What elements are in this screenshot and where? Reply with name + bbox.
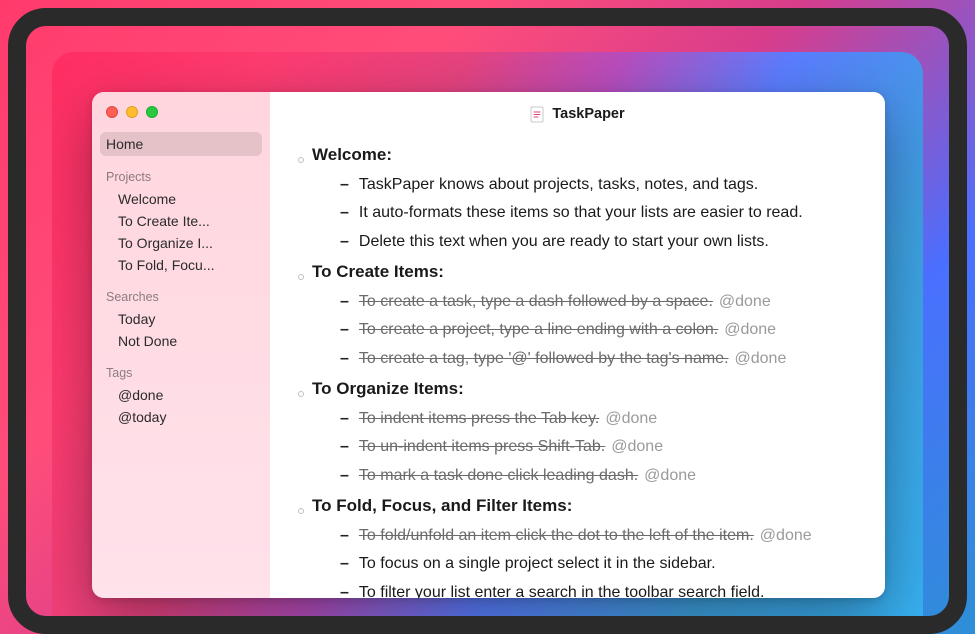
app-window: Home Projects Welcome To Create Ite... T…	[92, 92, 885, 598]
task-row[interactable]: –Delete this text when you are ready to …	[298, 228, 857, 257]
document-icon	[530, 106, 544, 123]
window-title: TaskPaper	[552, 106, 624, 122]
task-dash-icon[interactable]: –	[340, 522, 349, 551]
task-tag: @done	[611, 438, 663, 455]
task-text: To mark a task done click leading dash.	[359, 467, 638, 484]
sidebar-item-home[interactable]: Home	[100, 132, 262, 156]
task-dash-icon[interactable]: –	[340, 199, 349, 228]
task-text: To indent items press the Tab key.	[359, 410, 599, 427]
task-row[interactable]: –TaskPaper knows about projects, tasks, …	[298, 171, 857, 200]
task-text: To un-indent items press Shift-Tab.	[359, 438, 605, 455]
task-dash-icon[interactable]: –	[340, 579, 349, 598]
sidebar-section-projects: Projects	[92, 156, 270, 188]
main-area: TaskPaper Welcome: –TaskPaper knows abou…	[270, 92, 885, 598]
sidebar-item-tag[interactable]: @done	[92, 384, 270, 406]
task-row[interactable]: –It auto-formats these items so that you…	[298, 199, 857, 228]
traffic-lights	[92, 104, 270, 132]
task-text: To filter your list enter a search in th…	[359, 579, 765, 598]
project-row: Welcome:	[298, 140, 857, 171]
task-tag: @done	[644, 467, 696, 484]
task-row[interactable]: –To indent items press the Tab key. @done	[298, 405, 857, 434]
task-dash-icon[interactable]: –	[340, 288, 349, 317]
project-row: To Create Items:	[298, 257, 857, 288]
task-row[interactable]: –To filter your list enter a search in t…	[298, 579, 857, 598]
task-text: Delete this text when you are ready to s…	[359, 228, 769, 257]
task-tag: @done	[724, 321, 776, 338]
sidebar-item-search[interactable]: Today	[92, 308, 270, 330]
document-content[interactable]: Welcome: –TaskPaper knows about projects…	[270, 136, 885, 598]
project-title[interactable]: Welcome:	[312, 140, 392, 171]
fold-handle-icon[interactable]	[298, 391, 304, 397]
sidebar-item-project[interactable]: To Organize I...	[92, 232, 270, 254]
sidebar-item-project[interactable]: Welcome	[92, 188, 270, 210]
task-text: To focus on a single project select it i…	[359, 550, 716, 579]
project-title[interactable]: To Organize Items:	[312, 374, 464, 405]
task-dash-icon[interactable]: –	[340, 550, 349, 579]
project-row: To Organize Items:	[298, 374, 857, 405]
task-dash-icon[interactable]: –	[340, 316, 349, 345]
task-text: To create a project, type a line ending …	[359, 321, 718, 338]
task-row[interactable]: –To mark a task done click leading dash.…	[298, 462, 857, 491]
task-text: To fold/unfold an item click the dot to …	[359, 527, 754, 544]
fold-handle-icon[interactable]	[298, 508, 304, 514]
task-tag: @done	[605, 410, 657, 427]
project-title[interactable]: To Fold, Focus, and Filter Items:	[312, 491, 572, 522]
task-row[interactable]: –To focus on a single project select it …	[298, 550, 857, 579]
task-tag: @done	[735, 350, 787, 367]
fold-handle-icon[interactable]	[298, 274, 304, 280]
sidebar-item-project[interactable]: To Create Ite...	[92, 210, 270, 232]
task-text: To create a task, type a dash followed b…	[359, 293, 713, 310]
fullscreen-button[interactable]	[146, 106, 158, 118]
titlebar: TaskPaper	[270, 92, 885, 136]
task-dash-icon[interactable]: –	[340, 405, 349, 434]
task-row[interactable]: –To fold/unfold an item click the dot to…	[298, 522, 857, 551]
fold-handle-icon[interactable]	[298, 157, 304, 163]
minimize-button[interactable]	[126, 106, 138, 118]
task-dash-icon[interactable]: –	[340, 462, 349, 491]
task-dash-icon[interactable]: –	[340, 345, 349, 374]
sidebar: Home Projects Welcome To Create Ite... T…	[92, 92, 270, 598]
task-dash-icon[interactable]: –	[340, 171, 349, 200]
task-row[interactable]: –To un-indent items press Shift-Tab. @don…	[298, 433, 857, 462]
sidebar-item-project[interactable]: To Fold, Focu...	[92, 254, 270, 276]
task-row[interactable]: –To create a project, type a line ending…	[298, 316, 857, 345]
task-text: To create a tag, type '@' followed by th…	[359, 350, 729, 367]
device-frame: Home Projects Welcome To Create Ite... T…	[8, 8, 967, 634]
sidebar-item-tag[interactable]: @today	[92, 406, 270, 428]
task-text: It auto-formats these items so that your…	[359, 199, 803, 228]
project-title[interactable]: To Create Items:	[312, 257, 444, 288]
task-row[interactable]: –To create a task, type a dash followed …	[298, 288, 857, 317]
sidebar-section-searches: Searches	[92, 276, 270, 308]
close-button[interactable]	[106, 106, 118, 118]
task-tag: @done	[760, 527, 812, 544]
task-dash-icon[interactable]: –	[340, 433, 349, 462]
project-row: To Fold, Focus, and Filter Items:	[298, 491, 857, 522]
desktop-wallpaper: Home Projects Welcome To Create Ite... T…	[52, 52, 923, 616]
task-text: TaskPaper knows about projects, tasks, n…	[359, 171, 758, 200]
task-tag: @done	[719, 293, 771, 310]
sidebar-item-search[interactable]: Not Done	[92, 330, 270, 352]
task-row[interactable]: –To create a tag, type '@' followed by t…	[298, 345, 857, 374]
sidebar-section-tags: Tags	[92, 352, 270, 384]
task-dash-icon[interactable]: –	[340, 228, 349, 257]
